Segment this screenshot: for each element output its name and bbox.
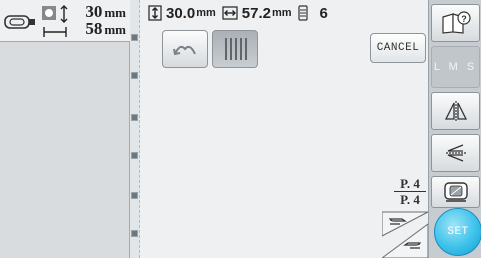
size-lms-button[interactable]: L M S <box>431 46 480 88</box>
pattern-lines-button[interactable] <box>212 30 258 68</box>
svg-text:?: ? <box>461 14 467 24</box>
ruler-marker <box>131 152 138 159</box>
rotate-button[interactable] <box>431 134 480 172</box>
pattern-size-info: 30 mm 58 mm <box>0 0 130 42</box>
pattern-width-unit: mm <box>104 22 126 37</box>
rotate-icon <box>173 45 196 56</box>
set-button[interactable]: SET <box>434 208 481 256</box>
rotate-arrows-icon <box>445 144 466 162</box>
ruler-marker <box>131 230 138 237</box>
help-icon: ? <box>441 11 471 34</box>
selected-pattern-status: 30.0 mm 57.2 mm 6 <box>148 4 328 22</box>
thread-spool-icon <box>297 5 308 21</box>
pattern-list-scrollbar[interactable] <box>130 0 140 258</box>
ruler-marker <box>131 114 138 121</box>
pattern-height-unit: mm <box>104 5 126 20</box>
status-height-unit: mm <box>196 7 216 19</box>
width-arrows-icon <box>222 6 238 20</box>
mirror-icon <box>444 101 467 121</box>
density-icon <box>443 182 468 202</box>
embroidery-frame-icon <box>4 15 35 29</box>
status-height-value: 30.0 <box>166 4 196 22</box>
height-arrows-icon <box>148 5 162 21</box>
ruler-marker <box>131 72 138 79</box>
pattern-width: 58 mm <box>78 19 126 39</box>
page-navigation <box>382 211 428 258</box>
rotate-pattern-button[interactable] <box>162 30 208 68</box>
mirror-button[interactable] <box>431 92 480 130</box>
status-width-value: 57.2 <box>241 4 271 22</box>
ruler-marker <box>131 34 138 41</box>
status-width-unit: mm <box>271 7 292 19</box>
total-pages: P. 4 <box>400 192 420 207</box>
page-indicator: P. 4 P. 4 <box>394 176 426 207</box>
ruler-marker <box>131 192 138 199</box>
size-arrows-icon <box>42 5 68 37</box>
cancel-button[interactable]: CANCEL <box>370 33 426 63</box>
current-page: P. 4 <box>394 176 426 192</box>
pattern-width-value: 58 <box>85 19 103 38</box>
density-button[interactable] <box>431 176 480 208</box>
lines-pattern-icon <box>225 38 247 60</box>
help-button[interactable]: ? <box>431 4 480 42</box>
thread-color-count: 6 <box>319 4 328 22</box>
pattern-info-panel: 30 mm 58 mm <box>0 0 130 258</box>
